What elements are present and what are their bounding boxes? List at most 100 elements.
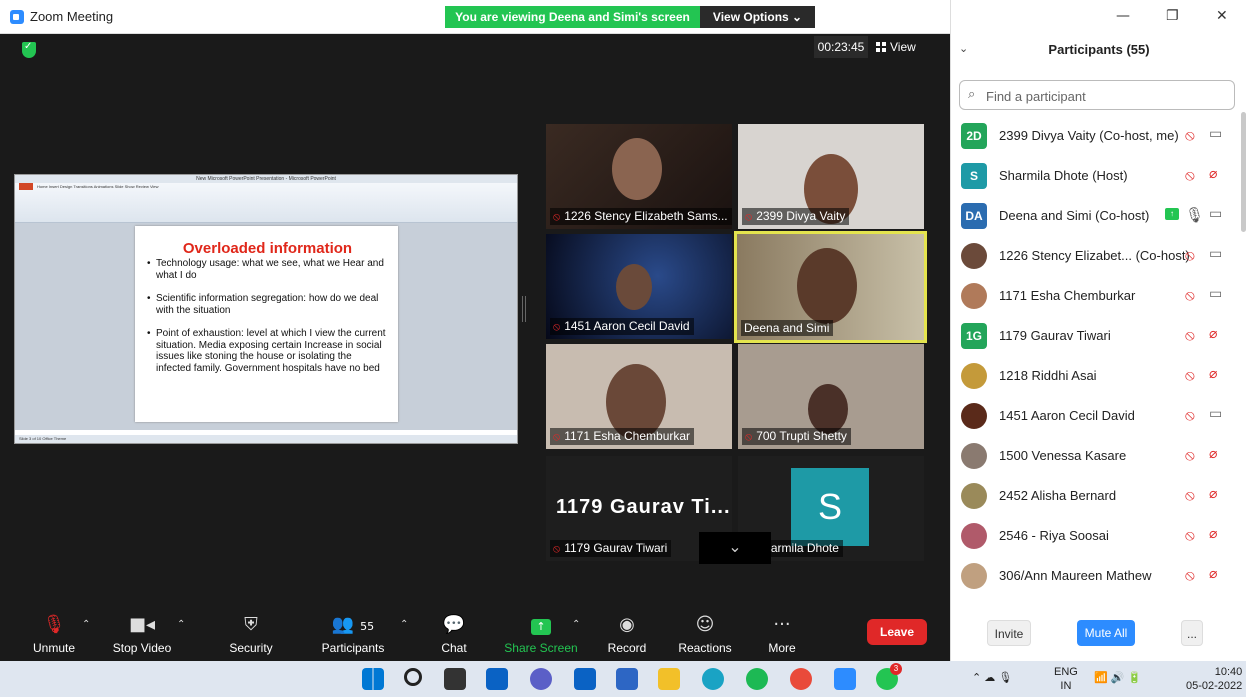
- record-icon: ◉: [619, 614, 635, 635]
- close-icon[interactable]: ✕: [1216, 8, 1228, 24]
- video-camera-icon[interactable]: ▭: [1209, 286, 1222, 302]
- video-off-icon[interactable]: ⌀: [1209, 566, 1217, 582]
- ppt-window-title: New Microsoft PowerPoint Presentation - …: [15, 175, 517, 183]
- viewing-screen-banner: You are viewing Deena and Simi's screen: [445, 6, 700, 28]
- participant-search-input[interactable]: ⌕ Find a participant: [959, 80, 1235, 110]
- mic-muted-icon[interactable]: ⦸: [1185, 246, 1195, 264]
- widgets-icon[interactable]: [486, 668, 508, 690]
- file-explorer-icon[interactable]: [658, 668, 680, 690]
- video-off-icon[interactable]: ⌀: [1209, 526, 1217, 542]
- mic-muted-icon[interactable]: ⦸: [1185, 526, 1195, 544]
- tray-icons[interactable]: ⌃ ☁ 🎙: [972, 671, 1012, 684]
- view-options-button[interactable]: View Options ⌄: [700, 6, 815, 28]
- video-tile[interactable]: ⦸ 1171 Esha Chemburkar: [546, 344, 732, 449]
- spotify-icon[interactable]: [746, 668, 768, 690]
- teams-icon[interactable]: [530, 668, 552, 690]
- leave-button[interactable]: Leave: [867, 619, 927, 645]
- scrollbar[interactable]: [1241, 112, 1246, 232]
- participant-row[interactable]: S Sharmila Dhote (Host) ⦸ ⌀: [951, 156, 1239, 196]
- smiley-plus-icon: ☺: [695, 614, 715, 635]
- participant-list: 2D 2399 Divya Vaity (Co-host, me) ⦸ ▭ S Sharm…: [951, 116, 1239, 606]
- participants-button[interactable]: 👥 55 Participants: [318, 613, 388, 655]
- participant-row[interactable]: 1G 1179 Gaurav Tiwari ⦸ ⌀: [951, 316, 1239, 356]
- video-tile[interactable]: ⦸ 2399 Divya Vaity: [738, 124, 924, 229]
- minimize-icon[interactable]: —: [1116, 8, 1130, 24]
- zoom-taskbar-icon[interactable]: [834, 668, 856, 690]
- share-screen-button[interactable]: ↑ Share Screen: [504, 613, 578, 655]
- clock[interactable]: 10:40 05-02-2022: [1186, 665, 1242, 693]
- video-camera-icon[interactable]: ▭: [1209, 126, 1222, 142]
- language-indicator[interactable]: ENG IN: [1054, 665, 1078, 693]
- video-camera-icon[interactable]: ▭: [1209, 206, 1222, 222]
- participant-row[interactable]: 1171 Esha Chemburkar ⦸ ▭: [951, 276, 1239, 316]
- panel-footer: Invite Mute All ...: [951, 614, 1246, 654]
- mute-all-button[interactable]: Mute All: [1077, 620, 1135, 646]
- chrome-icon[interactable]: [790, 668, 812, 690]
- video-off-icon[interactable]: ⌀: [1209, 486, 1217, 502]
- participant-row[interactable]: DA Deena and Simi (Co-host) ↑ 🎙 ▭: [951, 196, 1239, 236]
- search-icon[interactable]: [404, 668, 422, 686]
- participant-row[interactable]: 1218 Riddhi Asai ⦸ ⌀: [951, 356, 1239, 396]
- split-drag-handle[interactable]: [522, 296, 526, 322]
- mic-muted-icon[interactable]: ⦸: [1185, 566, 1195, 584]
- dropbox-icon[interactable]: [616, 668, 638, 690]
- participant-row[interactable]: 1500 Venessa Kasare ⦸ ⌀: [951, 436, 1239, 476]
- mic-icon[interactable]: 🎙: [1185, 206, 1204, 224]
- mic-muted-icon[interactable]: ⦸: [1185, 486, 1195, 504]
- participant-row[interactable]: 2546 - Riya Soosai ⦸ ⌀: [951, 516, 1239, 556]
- start-icon[interactable]: [362, 668, 384, 690]
- chat-button[interactable]: 💬 Chat: [438, 613, 470, 655]
- view-button[interactable]: View: [876, 36, 928, 58]
- panel-header: ⌄ Participants (55): [951, 38, 1246, 64]
- invite-button[interactable]: Invite: [987, 620, 1031, 646]
- mic-muted-icon[interactable]: ⦸: [1185, 366, 1195, 384]
- avatar: [961, 523, 987, 549]
- stop-video-button[interactable]: ■◂ Stop Video: [112, 613, 172, 655]
- whatsapp-icon[interactable]: 3: [876, 663, 902, 690]
- mic-muted-icon[interactable]: ⦸: [1185, 406, 1195, 424]
- more-options-button[interactable]: ...: [1181, 620, 1203, 646]
- video-tile[interactable]: ⦸ 1451 Aaron Cecil David: [546, 234, 732, 339]
- video-camera-icon[interactable]: ▭: [1209, 406, 1222, 422]
- participant-row[interactable]: 2D 2399 Divya Vaity (Co-host, me) ⦸ ▭: [951, 116, 1239, 156]
- shared-screen[interactable]: New Microsoft PowerPoint Presentation - …: [14, 174, 518, 444]
- video-tile-active-speaker[interactable]: Deena and Simi: [734, 231, 927, 343]
- video-off-icon[interactable]: ⌀: [1209, 366, 1217, 382]
- more-button[interactable]: ··· More: [764, 613, 800, 655]
- network-volume-battery-icon[interactable]: 📶 🔊 🔋: [1094, 671, 1141, 684]
- video-tile[interactable]: ⦸ 700 Trupti Shetty: [738, 344, 924, 449]
- video-off-icon[interactable]: ⌀: [1209, 326, 1217, 342]
- audio-options-caret[interactable]: ⌃: [82, 619, 90, 630]
- maximize-icon[interactable]: ❐: [1166, 8, 1179, 24]
- chevron-down-icon[interactable]: ⌄: [699, 532, 771, 564]
- share-options-caret[interactable]: ⌃: [572, 619, 580, 630]
- participants-panel: — ❐ ✕ ⌄ Participants (55) ⌕ Find a parti…: [950, 0, 1246, 661]
- participant-row[interactable]: 306/Ann Maureen Mathew ⦸ ⌀: [951, 556, 1239, 596]
- video-off-icon[interactable]: ⌀: [1209, 446, 1217, 462]
- video-tile[interactable]: ⦸ 1226 Stency Elizabeth Sams...: [546, 124, 732, 229]
- unmute-button[interactable]: 🎙 Unmute: [30, 613, 78, 655]
- task-view-icon[interactable]: [444, 668, 466, 690]
- reactions-button[interactable]: ☺ Reactions: [676, 613, 734, 655]
- mic-muted-icon[interactable]: ⦸: [1185, 326, 1195, 344]
- participant-video: [808, 384, 848, 434]
- participants-options-caret[interactable]: ⌃: [400, 619, 408, 630]
- video-camera-icon[interactable]: ▭: [1209, 246, 1222, 262]
- mic-muted-icon[interactable]: ⦸: [1185, 286, 1195, 304]
- mic-muted-icon[interactable]: ⦸: [1185, 166, 1195, 184]
- participant-video: [616, 264, 652, 310]
- participant-name: 1451 Aaron Cecil David: [999, 408, 1135, 423]
- mic-muted-icon[interactable]: ⦸: [1185, 446, 1195, 464]
- participant-row[interactable]: 1451 Aaron Cecil David ⦸ ▭: [951, 396, 1239, 436]
- video-off-icon[interactable]: ⌀: [1209, 166, 1217, 182]
- mic-muted-icon[interactable]: ⦸: [1185, 126, 1195, 144]
- video-options-caret[interactable]: ⌃: [177, 619, 185, 630]
- participant-row[interactable]: 1226 Stency Elizabet... (Co-host) ⦸ ▭: [951, 236, 1239, 276]
- participant-row[interactable]: 2452 Alisha Bernard ⦸ ⌀: [951, 476, 1239, 516]
- edge-icon[interactable]: [702, 668, 724, 690]
- security-shield-icon[interactable]: [22, 41, 36, 58]
- record-button[interactable]: ◉ Record: [606, 613, 648, 655]
- security-button[interactable]: ⛨ Security: [226, 613, 276, 655]
- participant-name: 2452 Alisha Bernard: [999, 488, 1117, 503]
- mail-icon[interactable]: [574, 668, 596, 690]
